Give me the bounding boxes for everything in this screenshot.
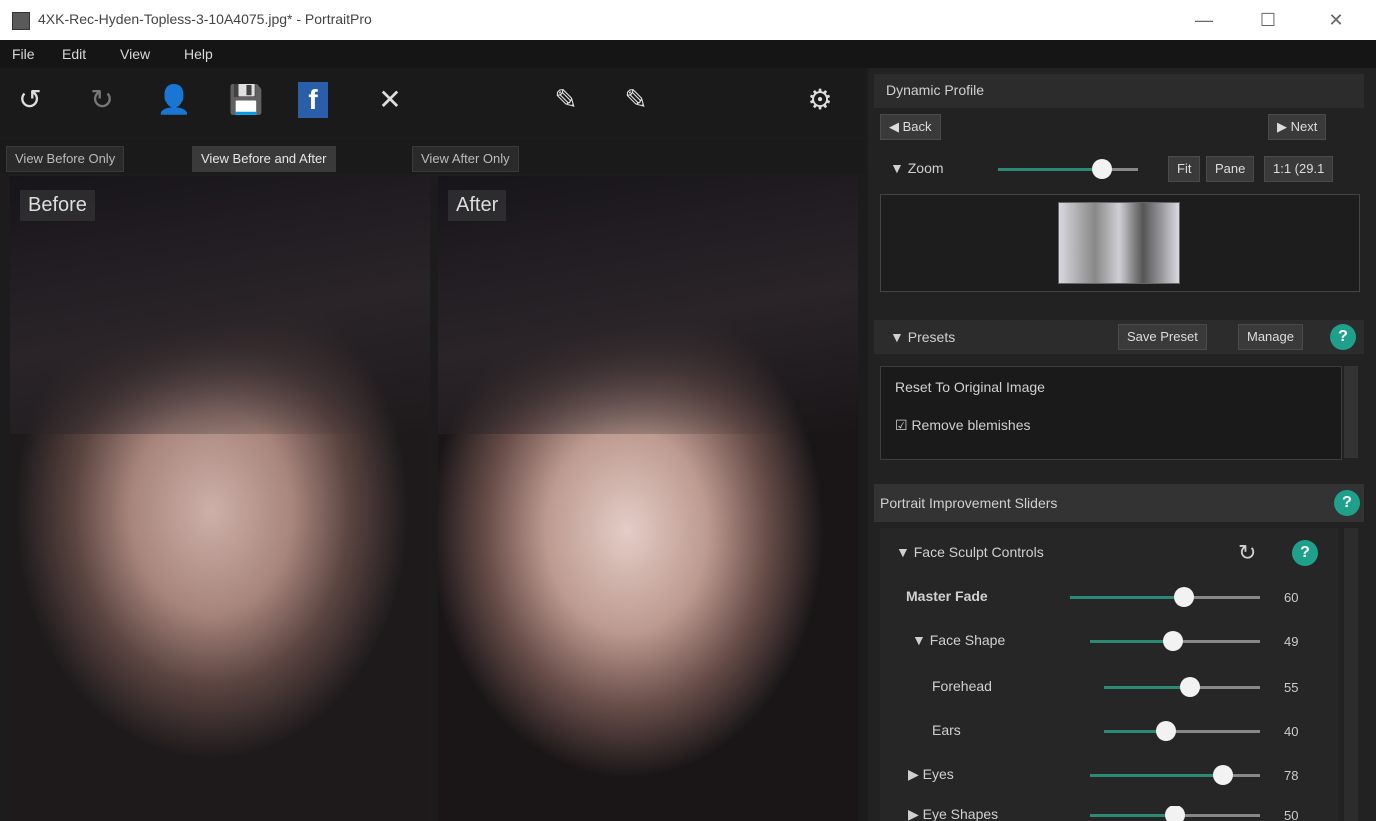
brush-alt-icon[interactable]: ✎ <box>616 82 656 118</box>
slider-fill <box>1090 814 1175 817</box>
improvement-sliders-header: Portrait Improvement Sliders ? <box>874 484 1364 522</box>
save-preset-button[interactable]: Save Preset <box>1118 324 1207 350</box>
improvement-sliders-label: Portrait Improvement Sliders <box>880 495 1058 511</box>
slider-value: 49 <box>1284 634 1299 649</box>
presets-help-icon[interactable]: ? <box>1330 324 1356 350</box>
slider-row-master-fade: Master Fade 60 <box>880 587 1338 618</box>
reset-icon[interactable]: ↻ <box>1238 540 1256 566</box>
eye-shapes-slider[interactable] <box>1090 806 1260 821</box>
tab-view-after-only[interactable]: View After Only <box>412 146 519 172</box>
zoom-label[interactable]: ▼ Zoom <box>890 160 944 176</box>
presets-list: Reset To Original Image ☑ Remove blemish… <box>880 366 1342 460</box>
slider-knob[interactable] <box>1212 765 1233 785</box>
sculpt-label[interactable]: ▼ Face Sculpt Controls <box>896 544 1044 560</box>
zoom-slider-fill <box>998 168 1102 171</box>
menu-view[interactable]: View <box>120 46 150 62</box>
profile-title: Dynamic Profile <box>886 82 985 98</box>
eyes-slider[interactable] <box>1090 765 1260 785</box>
slider-label[interactable]: ▶ Eye Shapes <box>908 806 998 821</box>
profile-header: Dynamic Profile <box>874 74 1364 108</box>
slider-label[interactable]: ▼ Face Shape <box>912 632 1005 648</box>
slider-knob[interactable] <box>1165 806 1185 821</box>
presets-scrollbar[interactable] <box>1344 366 1358 458</box>
after-image-pane[interactable]: After <box>438 176 858 821</box>
slider-row-eyes: ▶ Eyes 78 <box>880 765 1338 796</box>
preset-item-remove-blemishes[interactable]: ☑ Remove blemishes <box>895 417 1031 434</box>
slider-label: Ears <box>932 722 961 738</box>
preset-item-reset[interactable]: Reset To Original Image <box>895 379 1045 395</box>
zoom-slider[interactable] <box>998 159 1138 179</box>
ears-slider[interactable] <box>1104 721 1260 741</box>
sculpt-scrollbar[interactable] <box>1344 528 1358 821</box>
before-image-pane[interactable]: Before <box>10 176 430 821</box>
slider-fill <box>1090 640 1174 643</box>
slider-knob[interactable] <box>1179 677 1200 697</box>
slider-knob[interactable] <box>1163 631 1184 651</box>
slider-value: 60 <box>1284 590 1299 605</box>
menu-file[interactable]: File <box>12 46 35 62</box>
slider-row-face-shape: ▼ Face Shape 49 <box>880 631 1338 662</box>
slider-fill <box>1090 774 1223 777</box>
manage-presets-button[interactable]: Manage <box>1238 324 1303 350</box>
zoom-slider-knob[interactable] <box>1091 159 1112 179</box>
menu-edit[interactable]: Edit <box>62 46 86 62</box>
pane-button[interactable]: Pane <box>1206 156 1255 182</box>
presets-label[interactable]: ▼ Presets <box>890 329 955 345</box>
slider-label: Master Fade <box>906 588 988 604</box>
slider-fill <box>1104 686 1190 689</box>
undo-icon[interactable]: ↺ <box>10 82 50 118</box>
person-icon[interactable]: 👤 <box>154 82 194 118</box>
zoom-ratio-button[interactable]: 1:1 (29.1 <box>1264 156 1334 182</box>
settings-icon[interactable]: ⚙ <box>800 82 840 118</box>
sculpt-panel: ▼ Face Sculpt Controls ↻ ? Master Fade 6… <box>880 528 1338 821</box>
close-icon[interactable]: ✕ <box>370 82 410 118</box>
control-panel: Dynamic Profile ◀ Back ▶ Next ▼ Zoom Fit… <box>868 68 1376 821</box>
redo-icon[interactable]: ↻ <box>82 82 122 118</box>
close-window-button[interactable]: ✕ <box>1316 6 1356 34</box>
slider-knob[interactable] <box>1174 587 1194 607</box>
slider-label: Forehead <box>932 678 992 694</box>
face-shape-slider[interactable] <box>1090 631 1260 651</box>
menu-help[interactable]: Help <box>184 46 213 62</box>
minimize-button[interactable]: — <box>1184 6 1224 34</box>
slider-label[interactable]: ▶ Eyes <box>908 766 954 783</box>
slider-fill <box>1070 596 1184 599</box>
facebook-icon[interactable]: f <box>298 82 328 118</box>
slider-row-ears: Ears 40 <box>880 721 1338 752</box>
slider-row-forehead: Forehead 55 <box>880 677 1338 708</box>
forehead-slider[interactable] <box>1104 677 1260 697</box>
title-bar: 4XK-Rec-Hyden-Topless-3-10A4075.jpg* - P… <box>0 0 1376 40</box>
menu-bar: File Edit View Help <box>0 40 1376 68</box>
tab-view-before-only[interactable]: View Before Only <box>6 146 125 172</box>
maximize-button[interactable]: ☐ <box>1248 6 1288 34</box>
slider-row-eye-shapes: ▶ Eye Shapes 50 <box>880 806 1338 821</box>
slider-value: 40 <box>1284 724 1299 739</box>
fit-button[interactable]: Fit <box>1168 156 1201 182</box>
before-label: Before <box>20 190 95 221</box>
view-tabs: View Before Only View Before and After V… <box>0 140 865 174</box>
sculpt-help-icon[interactable]: ? <box>1292 540 1318 566</box>
after-label: After <box>448 190 507 221</box>
slider-knob[interactable] <box>1156 721 1177 741</box>
slider-value: 78 <box>1284 768 1299 783</box>
master-fade-slider[interactable] <box>1070 587 1260 607</box>
slider-value: 50 <box>1284 808 1299 821</box>
back-button[interactable]: ◀ Back <box>880 114 941 140</box>
window-title: 4XK-Rec-Hyden-Topless-3-10A4075.jpg* - P… <box>38 11 372 27</box>
slider-value: 55 <box>1284 680 1299 695</box>
presets-header: ▼ Presets Save Preset Manage ? <box>874 320 1364 354</box>
save-icon[interactable]: 💾 <box>226 82 266 118</box>
tab-view-before-and-after[interactable]: View Before and After <box>192 146 336 172</box>
app-icon <box>12 12 30 30</box>
sliders-help-icon[interactable]: ? <box>1334 490 1360 516</box>
brush-icon[interactable]: ✎ <box>546 82 586 118</box>
next-button[interactable]: ▶ Next <box>1268 114 1327 140</box>
main-toolbar: ↺ ↻ 👤 💾 f ✕ ✎ ✎ ⚙ <box>0 68 865 136</box>
navigator-thumbnail[interactable] <box>1058 202 1180 284</box>
